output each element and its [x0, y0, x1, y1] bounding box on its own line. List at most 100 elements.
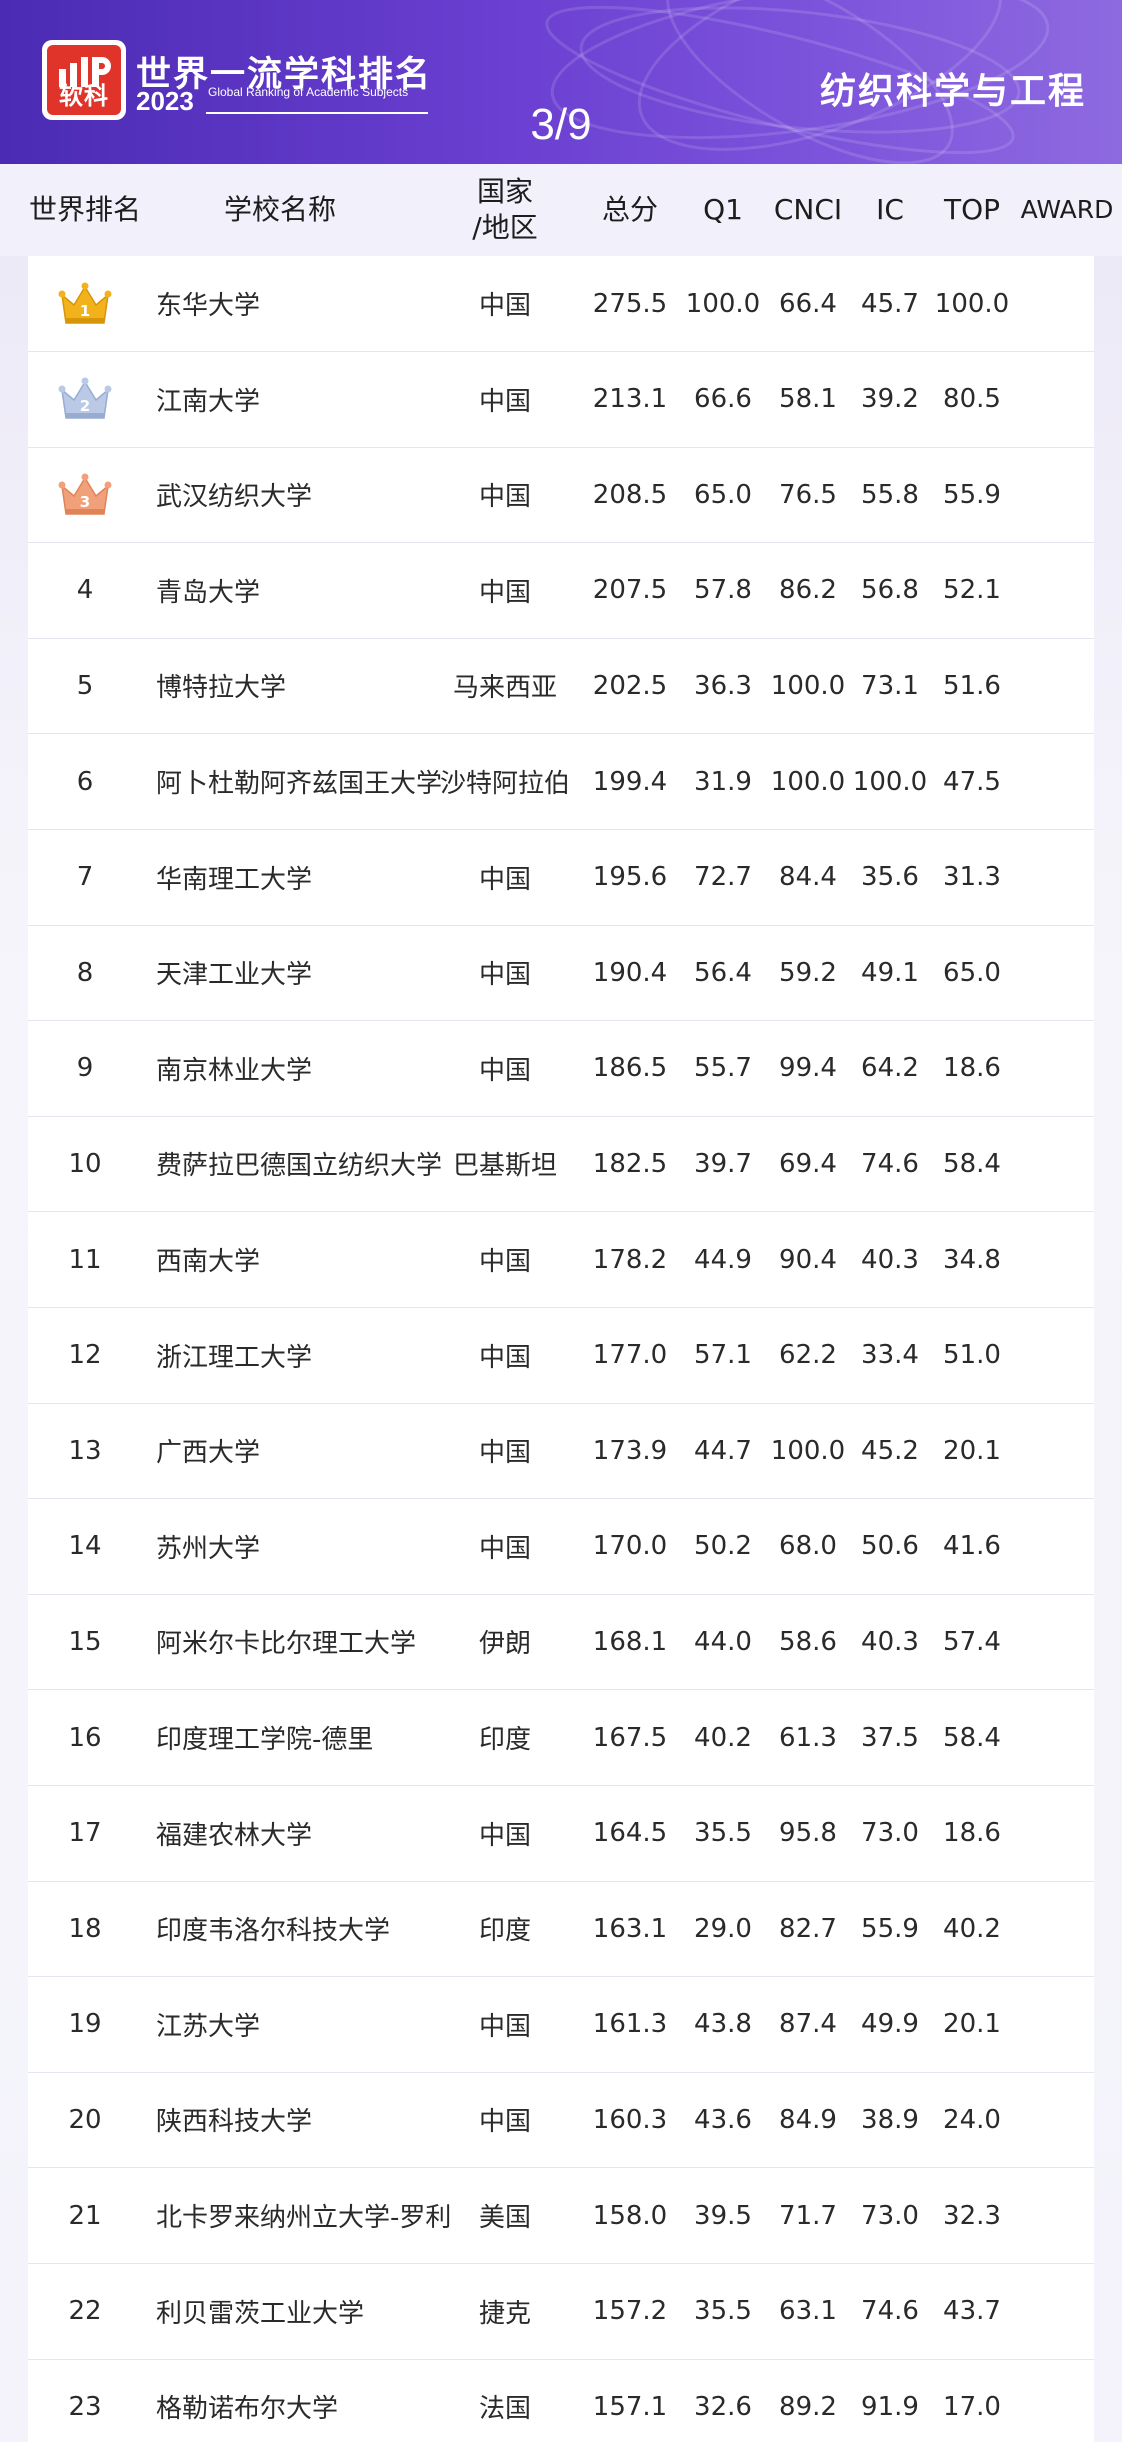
rank-cell: 5 [28, 638, 156, 733]
top-cell-text: 65.0 [943, 957, 1001, 988]
page-indicator: 3/9 [530, 100, 592, 149]
top-cell: 55.9 [928, 447, 1016, 542]
region-cell-text: 中国 [478, 1342, 531, 1373]
region-cell: 中国 [440, 1212, 570, 1307]
total-score-cell: 161.3 [580, 1977, 680, 2072]
ic-cell: 49.9 [852, 1977, 928, 2072]
table-row: 8 天津工业大学 中国 190.4 56.4 59.2 49.1 65.0 [28, 925, 1094, 1022]
table-row: 13 广西大学 中国 173.9 44.7 100.0 45.2 20.1 [28, 1403, 1094, 1500]
total-score-cell-text: 157.2 [592, 2296, 668, 2327]
region-cell-text: 中国 [478, 577, 531, 608]
total-score-cell: 173.9 [580, 1403, 680, 1498]
ic-cell: 73.1 [852, 638, 928, 733]
ic-cell-text: 55.8 [861, 479, 919, 510]
total-score-cell-text: 207.5 [592, 575, 668, 606]
school-name-cell-text: 天津工业大学 [156, 960, 313, 991]
top-cell-text: 58.4 [943, 1722, 1001, 1753]
table-row: 14 苏州大学 中国 170.0 50.2 68.0 50.6 41.6 [28, 1499, 1094, 1595]
cnci-cell-text: 100.0 [770, 766, 846, 797]
award-cell [1016, 1212, 1094, 1307]
table-row: 22 利贝雷茨工业大学 捷克 157.2 35.5 63.1 74.6 43.7 [28, 2264, 1094, 2360]
school-name-cell-text: 印度理工学院-德里 [156, 1725, 374, 1755]
region-cell-text: 中国 [478, 2107, 531, 2138]
total-score-cell-text: 213.1 [592, 384, 668, 415]
ic-cell: 45.7 [852, 256, 928, 351]
school-name-cell-text: 浙江理工大学 [156, 1342, 313, 1373]
q1-cell: 72.7 [680, 830, 766, 925]
cnci-cell: 99.4 [764, 1021, 852, 1116]
rank-cell-text: 15 [68, 1626, 102, 1657]
school-name-cell-text: 武汉纺织大学 [156, 482, 313, 513]
rank-cell: 12 [28, 1308, 156, 1403]
q1-cell: 57.8 [680, 543, 766, 638]
ic-cell: 55.9 [852, 1881, 928, 1976]
rank-cell-text: 11 [68, 1244, 102, 1275]
award-cell [1016, 2168, 1094, 2263]
ic-cell-text: 49.1 [861, 957, 919, 988]
ic-cell-text: 64.2 [861, 1053, 919, 1084]
q1-cell-text: 43.8 [694, 2009, 752, 2040]
ic-cell: 35.6 [852, 830, 928, 925]
q1-cell-text: 39.5 [694, 2200, 752, 2231]
top-cell: 40.2 [928, 1881, 1016, 1976]
cnci-cell-text: 59.2 [779, 957, 837, 988]
region-cell: 中国 [440, 1977, 570, 2072]
rank-cell: 9 [28, 1021, 156, 1116]
rank-cell: 22 [28, 2264, 156, 2359]
rank-cell-text: 17 [68, 1818, 102, 1849]
ic-cell-text: 33.4 [861, 1340, 919, 1371]
total-score-cell: 190.4 [580, 925, 680, 1020]
q1-cell-text: 39.7 [694, 1148, 752, 1179]
total-score-cell: 207.5 [580, 543, 680, 638]
rank-cell: 21 [28, 2168, 156, 2263]
rank-cell-text: 7 [76, 862, 94, 893]
rank-cell: 17 [28, 1786, 156, 1881]
region-cell-text: 中国 [478, 482, 531, 513]
school-name-cell-text: 格勒诺布尔大学 [156, 2394, 339, 2425]
top-cell: 52.1 [928, 543, 1016, 638]
top-cell: 34.8 [928, 1212, 1016, 1307]
rank-cell: 13 [28, 1403, 156, 1498]
top-cell-text: 20.1 [943, 2009, 1001, 2040]
top-cell-text: 20.1 [943, 1435, 1001, 1466]
region-cell-text: 中国 [478, 2011, 531, 2042]
ic-cell-text: 74.6 [861, 2296, 919, 2327]
q1-cell-text: 35.5 [694, 1818, 752, 1849]
award-cell [1016, 447, 1094, 542]
region-cell: 捷克 [440, 2264, 570, 2359]
award-cell [1016, 1881, 1094, 1976]
cnci-cell-text: 100.0 [770, 1435, 846, 1466]
region-cell-text: 美国 [478, 2203, 531, 2233]
rank-cell-text: 21 [68, 2200, 102, 2231]
total-score-cell: 170.0 [580, 1499, 680, 1594]
school-name-cell: 印度理工学院-德里 [156, 1690, 456, 1785]
region-cell: 法国 [440, 2359, 570, 2442]
cnci-cell-text: 87.4 [779, 2009, 837, 2040]
q1-cell-text: 44.9 [694, 1244, 752, 1275]
ic-cell: 45.2 [852, 1403, 928, 1498]
total-score-cell-text: 195.6 [592, 862, 668, 893]
award-cell [1016, 830, 1094, 925]
q1-cell-text: 29.0 [694, 1913, 752, 1944]
top-cell-text: 43.7 [943, 2296, 1001, 2327]
q1-cell: 44.7 [680, 1403, 766, 1498]
cnci-cell-text: 84.9 [779, 2104, 837, 2135]
cnci-cell-text: 89.2 [779, 2391, 837, 2422]
gold-crown-icon: 1 [58, 282, 112, 324]
total-score-cell-text: 161.3 [592, 2009, 668, 2040]
rank-cell: 14 [28, 1499, 156, 1594]
total-score-cell: 275.5 [580, 256, 680, 351]
ic-cell-text: 74.6 [861, 1148, 919, 1179]
region-cell: 中国 [440, 925, 570, 1020]
top-cell-text: 34.8 [943, 1244, 1001, 1275]
total-score-cell-text: 199.4 [592, 766, 668, 797]
bronze-crown-icon: 3 [58, 473, 112, 515]
q1-cell-text: 31.9 [694, 766, 752, 797]
ic-cell: 37.5 [852, 1690, 928, 1785]
region-cell: 印度 [440, 1881, 570, 1976]
ic-cell-text: 100.0 [852, 766, 928, 797]
total-score-cell-text: 160.3 [592, 2104, 668, 2135]
top-cell: 20.1 [928, 1403, 1016, 1498]
cnci-cell: 90.4 [764, 1212, 852, 1307]
top-cell: 58.4 [928, 1690, 1016, 1785]
